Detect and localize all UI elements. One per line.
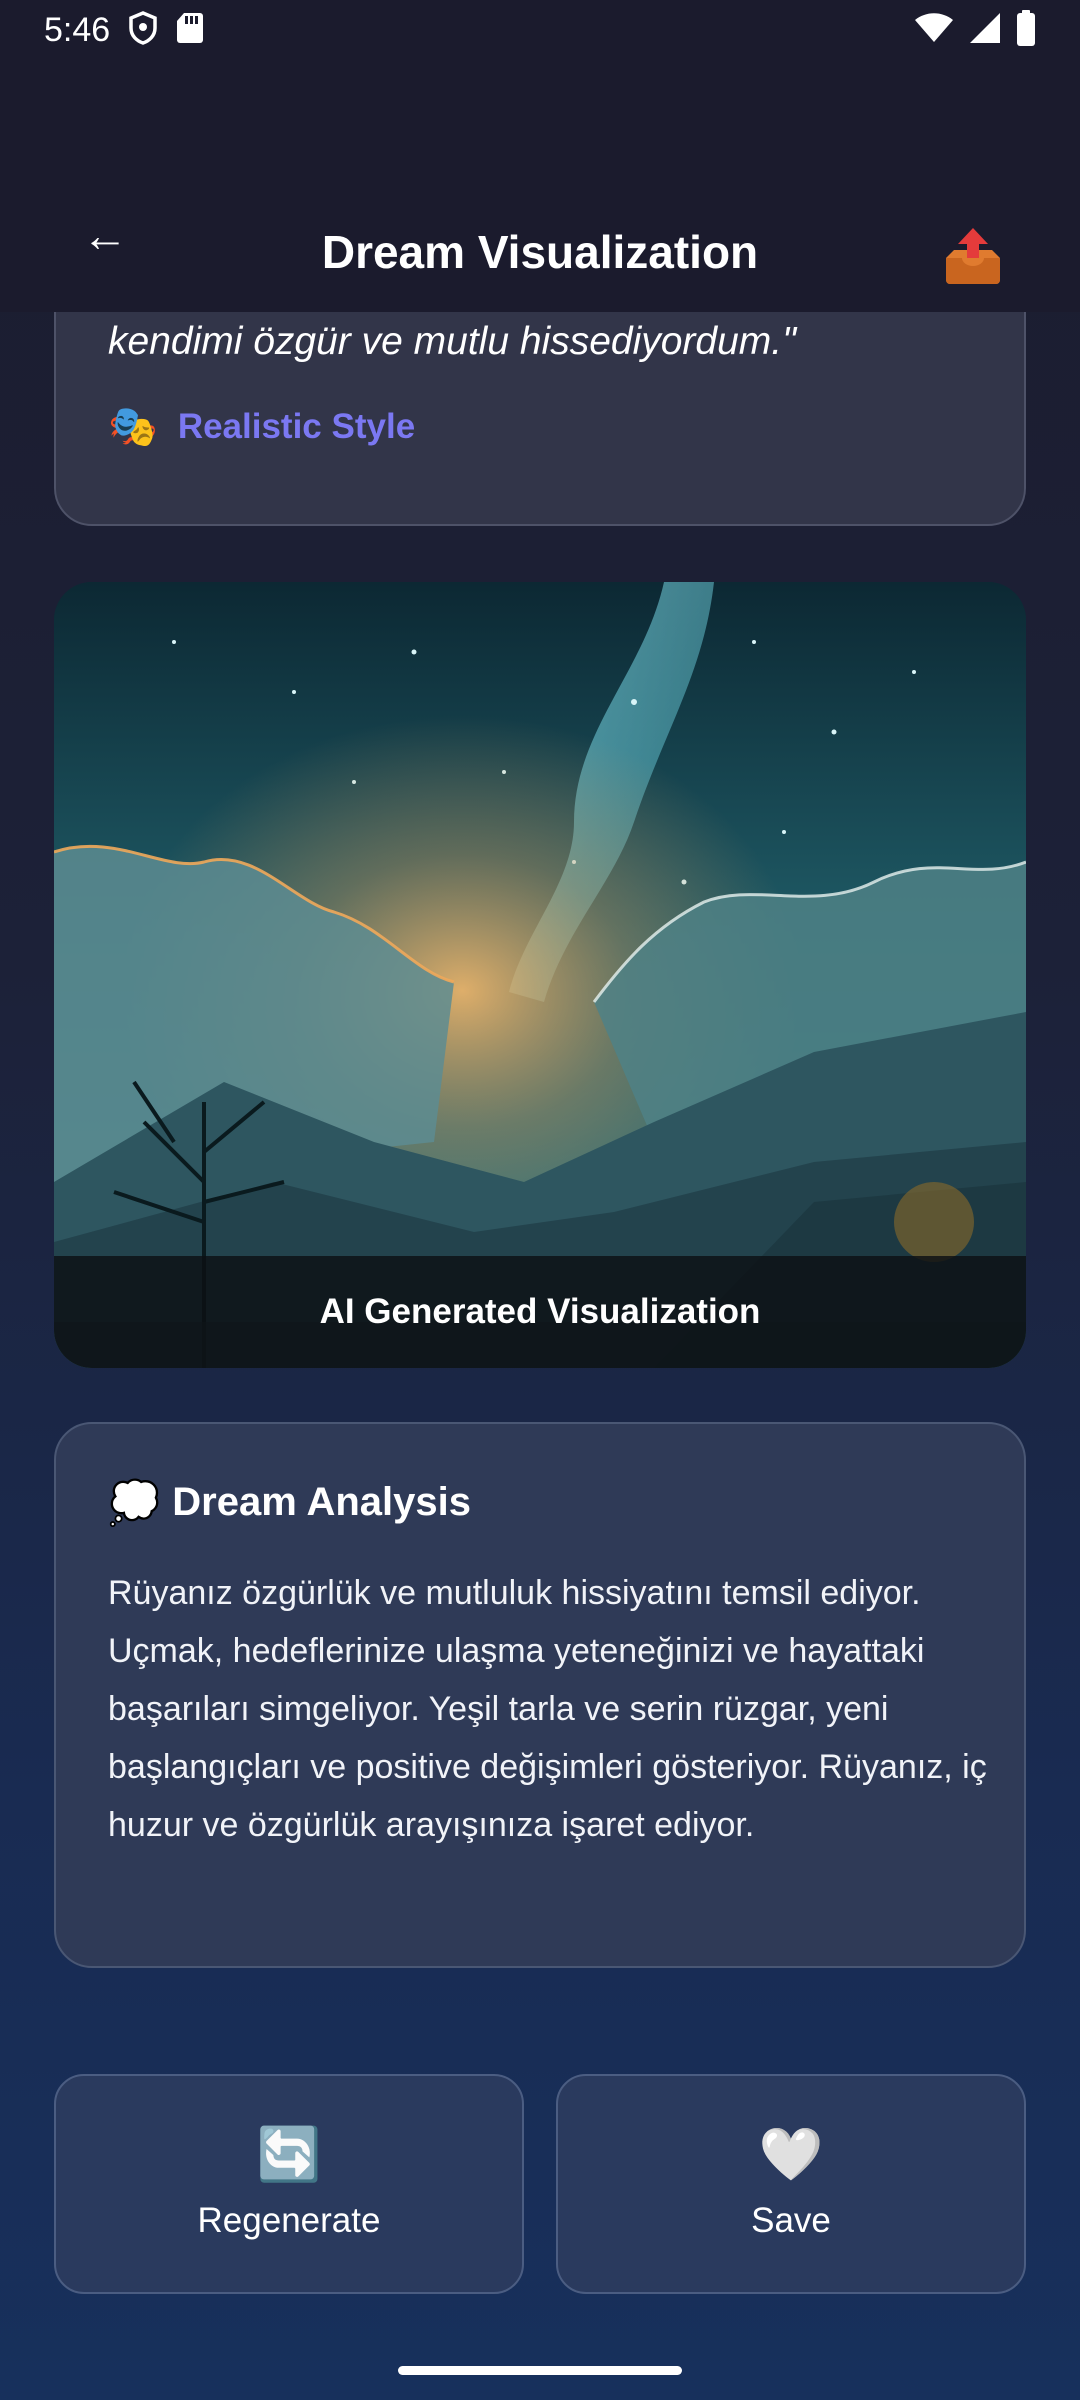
- theater-masks-icon: 🎭: [108, 405, 158, 449]
- thought-bubble-icon: 💭: [108, 1478, 161, 1526]
- status-right: [914, 9, 1036, 51]
- back-arrow-icon: ←: [82, 209, 128, 261]
- dream-image[interactable]: AI Generated Visualization: [54, 582, 1026, 1368]
- save-button[interactable]: 🤍 Save: [556, 2074, 1026, 2294]
- image-caption: AI Generated Visualization: [319, 1292, 761, 1331]
- analysis-body: Rüyanız özgürlük ve mutluluk hissiyatını…: [108, 1574, 987, 1844]
- image-caption-bar: AI Generated Visualization: [54, 1256, 1026, 1368]
- back-button[interactable]: ←: [70, 200, 140, 270]
- share-button[interactable]: [938, 222, 1008, 292]
- refresh-icon: 🔄: [256, 2126, 322, 2184]
- regenerate-button[interactable]: 🔄 Regenerate: [54, 2074, 524, 2294]
- save-label: Save: [751, 2201, 831, 2240]
- cell-signal-icon: [968, 11, 1002, 50]
- content-scroll-area[interactable]: kendimi özgür ve mutlu hissediyordum." 🎭…: [0, 312, 1080, 2400]
- analysis-title: Dream Analysis: [172, 1480, 471, 1524]
- shield-icon: [128, 10, 158, 50]
- page-title: Dream Visualization: [321, 226, 759, 278]
- regenerate-label: Regenerate: [197, 2201, 381, 2240]
- battery-icon: [1016, 9, 1036, 51]
- dream-text: kendimi özgür ve mutlu hissediyordum.": [108, 320, 796, 363]
- status-bar: 5:46: [0, 0, 1080, 60]
- status-time: 5:46: [44, 10, 111, 49]
- style-label: Realistic Style: [177, 407, 416, 446]
- heart-icon: 🤍: [758, 2126, 824, 2184]
- dream-text-card: kendimi özgür ve mutlu hissediyordum." 🎭…: [54, 312, 1026, 526]
- style-tag: 🎭 Realistic Style: [108, 407, 415, 447]
- share-icon: [946, 228, 1000, 284]
- home-indicator[interactable]: [398, 2366, 682, 2375]
- generated-dream-image: [54, 582, 1026, 1368]
- wifi-icon: [914, 12, 954, 49]
- app-header: ← Dream Visualization: [0, 60, 1080, 312]
- status-left: 5:46: [44, 11, 204, 50]
- sd-card-icon: [176, 11, 204, 50]
- dream-analysis-card: 💭 Dream Analysis Rüyanız özgürlük ve mut…: [54, 1422, 1026, 1968]
- analysis-header: 💭 Dream Analysis: [108, 1480, 471, 1525]
